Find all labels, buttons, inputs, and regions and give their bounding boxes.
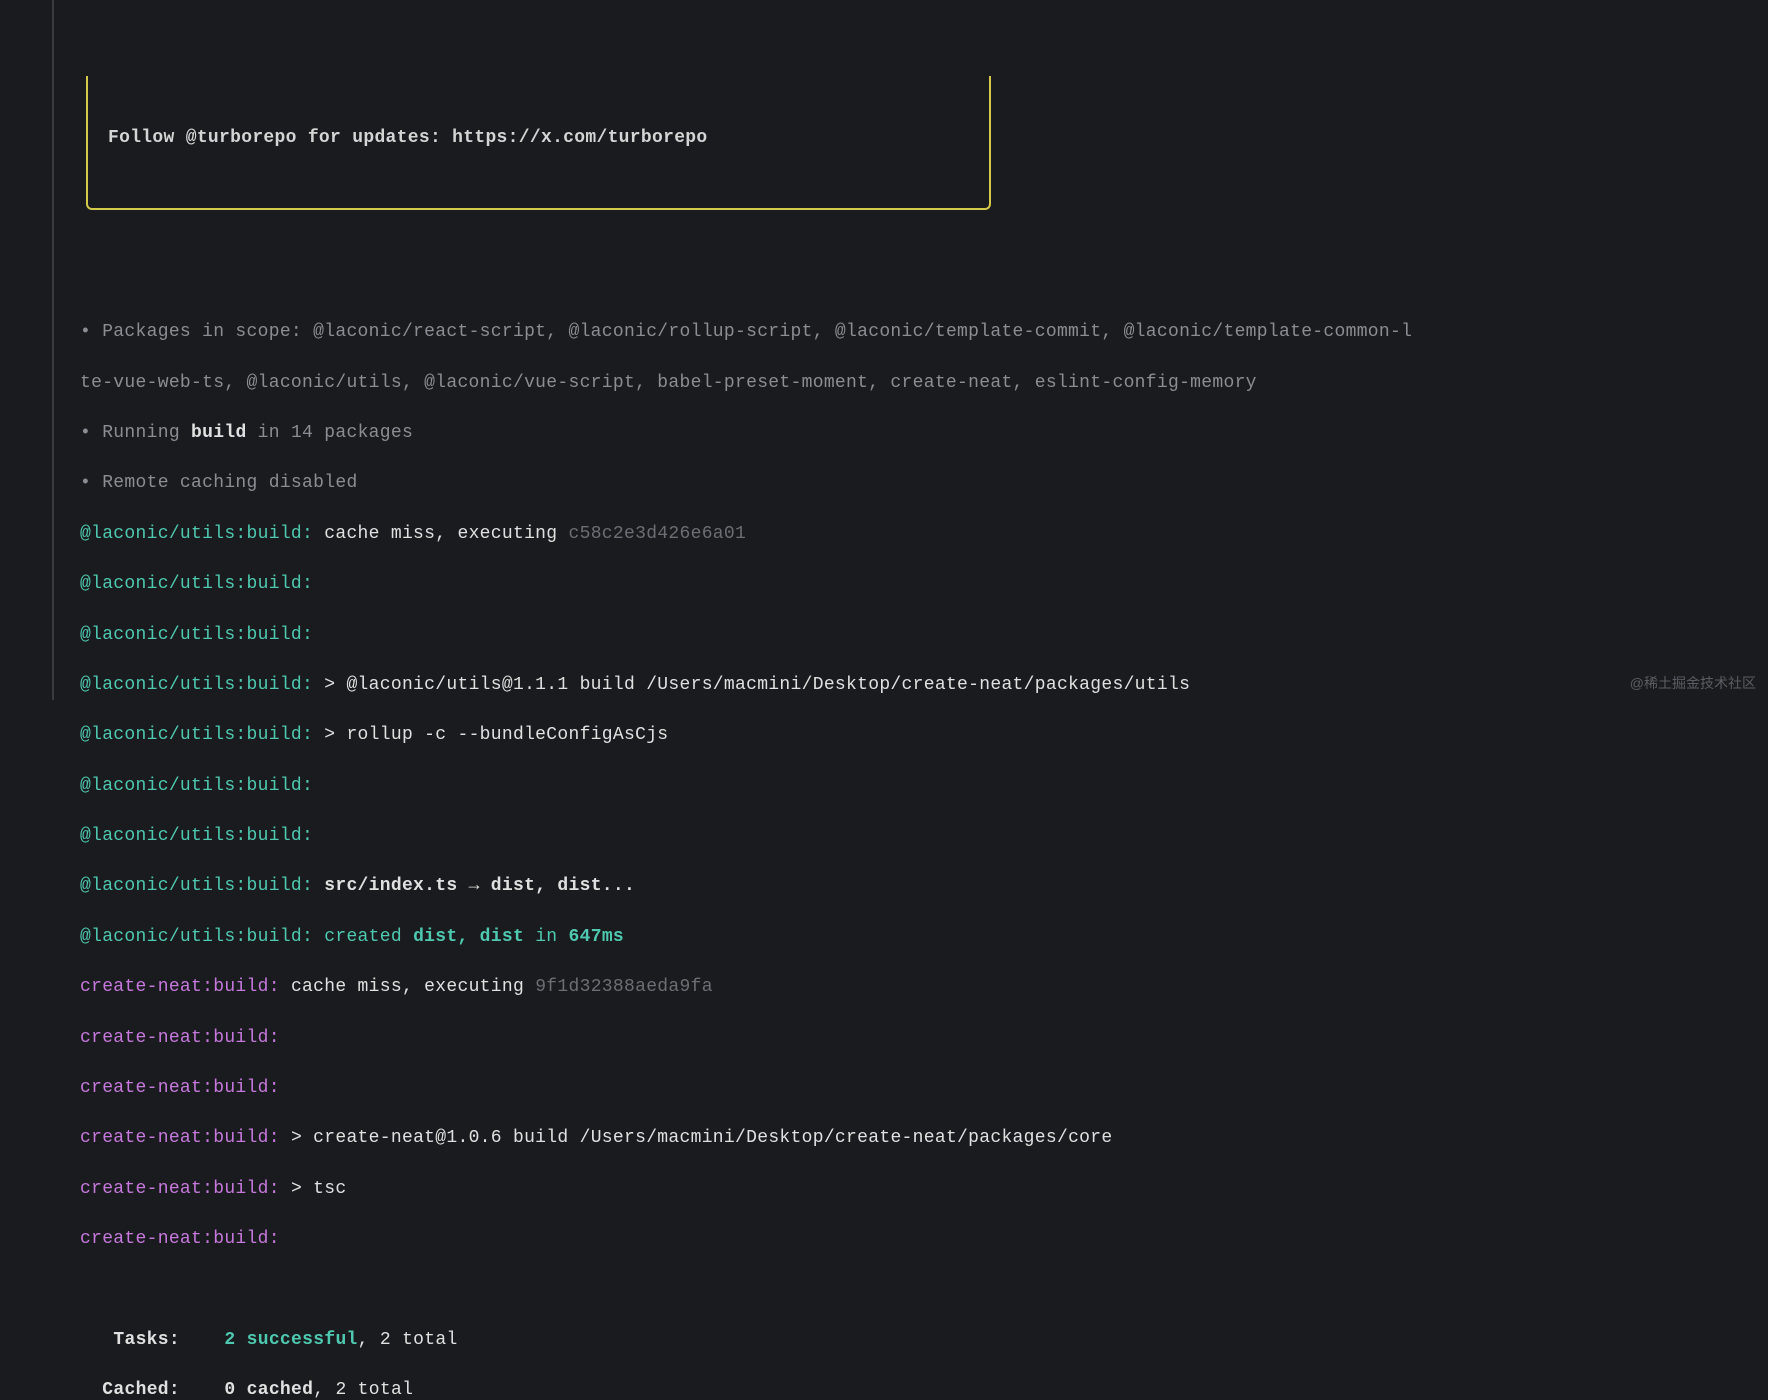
neat-blank-1: create-neat:build: [80, 1026, 1768, 1051]
utils-blank-3: @laconic/utils:build: [80, 774, 1768, 799]
utils-blank-1: @laconic/utils:build: [80, 572, 1768, 597]
utils-cache-miss: @laconic/utils:build: cache miss, execut… [80, 522, 1768, 547]
neat-cmd-2: create-neat:build: > tsc [80, 1177, 1768, 1202]
scope-line-2: te-vue-web-ts, @laconic/utils, @laconic/… [80, 371, 1768, 396]
utils-blank-2: @laconic/utils:build: [80, 623, 1768, 648]
banner-text: Follow @turborepo for updates: https://x… [88, 126, 989, 151]
utils-blank-4: @laconic/utils:build: [80, 824, 1768, 849]
neat-blank-3: create-neat:build: [80, 1227, 1768, 1252]
neat-blank-2: create-neat:build: [80, 1076, 1768, 1101]
summary-tasks: Tasks: 2 successful, 2 total [80, 1328, 1768, 1353]
utils-created: @laconic/utils:build: created dist, dist… [80, 925, 1768, 950]
banner-box: Follow @turborepo for updates: https://x… [86, 76, 991, 210]
utils-transform: @laconic/utils:build: src/index.ts → dis… [80, 874, 1768, 899]
running-line: • Running build in 14 packages [80, 421, 1768, 446]
summary-cached: Cached: 0 cached, 2 total [80, 1378, 1768, 1400]
watermark: @稀土掘金技术社区 [1630, 674, 1756, 694]
scope-line-1: • Packages in scope: @laconic/react-scri… [80, 320, 1768, 345]
utils-cmd-2: @laconic/utils:build: > rollup -c --bund… [80, 723, 1768, 748]
log-content: • Packages in scope: @laconic/react-scri… [8, 295, 1768, 1400]
utils-cmd-1: @laconic/utils:build: > @laconic/utils@1… [80, 673, 1768, 698]
neat-cache-miss: create-neat:build: cache miss, executing… [80, 975, 1768, 1000]
editor-gutter-border [52, 0, 54, 700]
blank-separator [80, 1277, 1768, 1302]
neat-cmd-1: create-neat:build: > create-neat@1.0.6 b… [80, 1126, 1768, 1151]
remote-caching-line: • Remote caching disabled [80, 471, 1768, 496]
terminal-output: Follow @turborepo for updates: https://x… [0, 0, 1768, 1400]
